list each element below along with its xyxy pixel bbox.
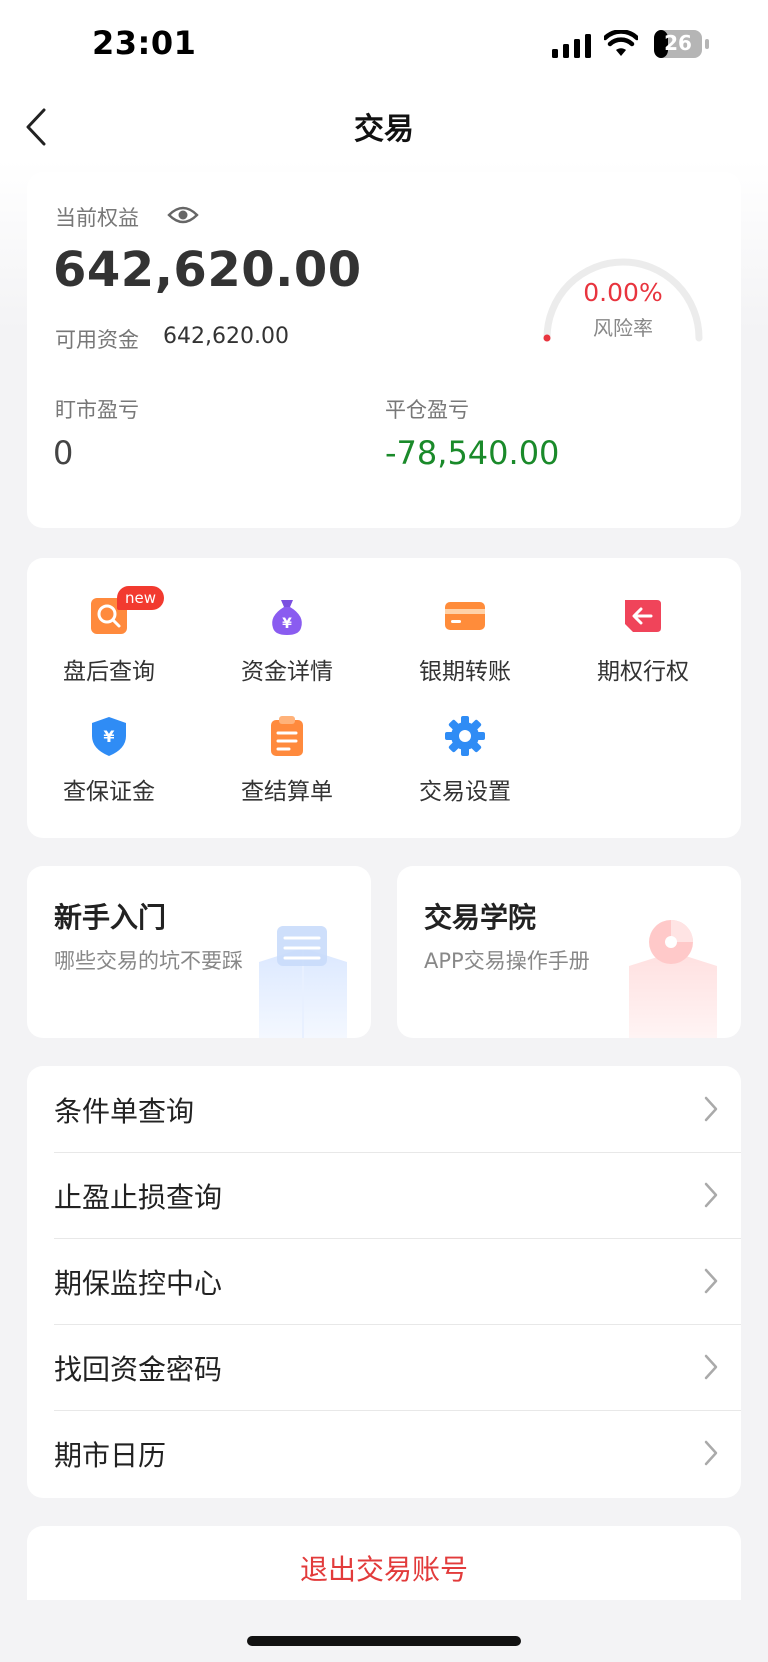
status-time: 23:01 bbox=[92, 24, 197, 62]
grid-item-option-exercise[interactable]: 期权行权 bbox=[563, 594, 723, 694]
available-funds-label: 可用资金 bbox=[55, 328, 139, 352]
pie-chart-illustration-icon bbox=[629, 920, 717, 1038]
promo-trading-academy[interactable]: 交易学院 APP交易操作手册 bbox=[397, 866, 741, 1038]
menu-item-label: 期保监控中心 bbox=[54, 1267, 223, 1300]
promo-beginner-guide[interactable]: 新手入门 哪些交易的坑不要踩 bbox=[27, 866, 371, 1038]
menu-item-take-profit-stop-loss[interactable]: 止盈止损查询 bbox=[54, 1152, 741, 1238]
function-grid: new 盘后查询 ¥ 资金详情 银期转账 期权行权 ¥ 查保证金 查结算单 交易… bbox=[27, 558, 741, 838]
menu-item-margin-monitoring[interactable]: 期保监控中心 bbox=[54, 1238, 741, 1324]
menu-item-label: 期市日历 bbox=[54, 1439, 167, 1472]
menu-item-conditional-orders[interactable]: 条件单查询 bbox=[54, 1066, 741, 1152]
grid-item-trade-settings[interactable]: 交易设置 bbox=[385, 714, 545, 814]
menu-item-label: 找回资金密码 bbox=[54, 1353, 223, 1386]
eye-icon[interactable] bbox=[167, 202, 199, 228]
available-funds-value: 642,620.00 bbox=[163, 324, 289, 349]
chevron-right-icon bbox=[704, 1182, 718, 1208]
exercise-arrow-icon bbox=[625, 600, 661, 632]
grid-item-label: 查结算单 bbox=[241, 779, 333, 805]
equity-value: 642,620.00 bbox=[53, 242, 362, 298]
svg-text:¥: ¥ bbox=[103, 727, 114, 746]
promo-subtitle: 哪些交易的坑不要踩 bbox=[54, 949, 243, 973]
promo-subtitle: APP交易操作手册 bbox=[424, 949, 590, 973]
chevron-right-icon bbox=[704, 1268, 718, 1294]
grid-item-label: 交易设置 bbox=[419, 779, 511, 805]
close-pnl-value: -78,540.00 bbox=[385, 434, 560, 472]
menu-item-label: 条件单查询 bbox=[54, 1095, 195, 1128]
grid-item-settlement-query[interactable]: 查结算单 bbox=[207, 714, 367, 814]
clipboard-icon bbox=[271, 716, 303, 756]
risk-rate-label: 风险率 bbox=[593, 316, 653, 340]
shield-yen-icon: ¥ bbox=[92, 717, 126, 756]
grid-item-label: 资金详情 bbox=[241, 659, 333, 685]
wifi-icon bbox=[604, 30, 638, 56]
battery-level: 26 bbox=[664, 31, 692, 55]
card-icon bbox=[445, 602, 485, 630]
menu-list: 条件单查询 止盈止损查询 期保监控中心 找回资金密码 期市日历 bbox=[27, 1066, 741, 1498]
nav-bar: 交易 bbox=[0, 90, 768, 178]
equity-label: 当前权益 bbox=[55, 206, 139, 230]
menu-item-recover-fund-password[interactable]: 找回资金密码 bbox=[54, 1324, 741, 1410]
new-badge: new bbox=[117, 586, 165, 610]
grid-item-label: 查保证金 bbox=[63, 779, 155, 805]
money-bag-icon: ¥ bbox=[272, 600, 302, 635]
menu-item-label: 止盈止损查询 bbox=[54, 1181, 223, 1214]
grid-item-label: 盘后查询 bbox=[63, 659, 155, 685]
gear-icon bbox=[445, 716, 485, 756]
status-bar: 23:01 26 bbox=[0, 0, 768, 90]
chevron-right-icon bbox=[704, 1354, 718, 1380]
page-title: 交易 bbox=[354, 112, 414, 147]
equity-card: 当前权益 642,620.00 可用资金 642,620.00 0.00% 风险… bbox=[27, 172, 741, 528]
menu-item-futures-calendar[interactable]: 期市日历 bbox=[54, 1410, 741, 1496]
grid-item-label: 银期转账 bbox=[419, 659, 511, 685]
chevron-right-icon bbox=[704, 1440, 718, 1466]
promo-title: 交易学院 bbox=[424, 901, 537, 934]
grid-item-bank-transfer[interactable]: 银期转账 bbox=[385, 594, 545, 694]
logout-button[interactable]: 退出交易账号 bbox=[27, 1548, 741, 1588]
cellular-signal-icon bbox=[552, 34, 591, 58]
mark-to-market-label: 盯市盈亏 bbox=[55, 398, 139, 422]
chevron-right-icon bbox=[704, 1096, 718, 1122]
grid-item-after-hours-query[interactable]: new 盘后查询 bbox=[29, 586, 189, 694]
risk-rate-value: 0.00% bbox=[583, 278, 663, 307]
grid-item-fund-details[interactable]: ¥ 资金详情 bbox=[207, 594, 367, 694]
sliders-illustration-icon bbox=[259, 926, 347, 1038]
home-indicator[interactable] bbox=[247, 1636, 521, 1646]
mark-to-market-value: 0 bbox=[53, 434, 74, 472]
close-pnl-label: 平仓盈亏 bbox=[385, 398, 469, 422]
bottom-safe-area bbox=[0, 1600, 768, 1662]
promo-title: 新手入门 bbox=[54, 901, 167, 934]
svg-text:¥: ¥ bbox=[282, 616, 292, 632]
grid-item-label: 期权行权 bbox=[597, 659, 689, 685]
grid-item-margin-query[interactable]: ¥ 查保证金 bbox=[29, 714, 189, 814]
